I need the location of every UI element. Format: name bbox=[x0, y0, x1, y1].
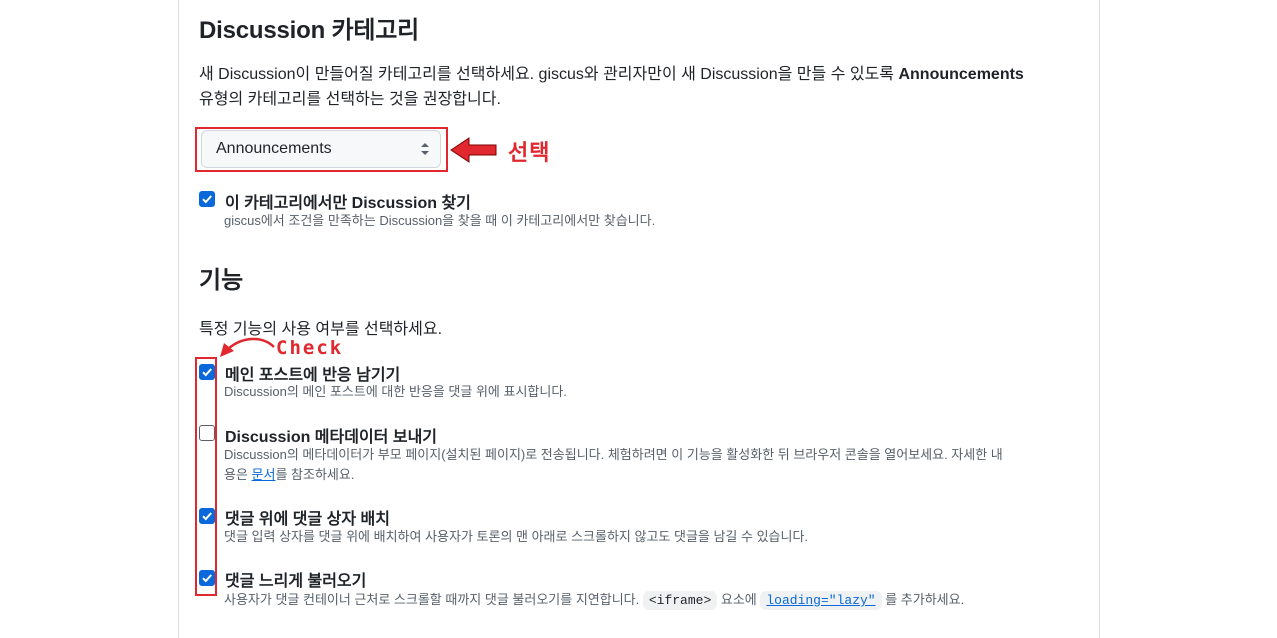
reactions-checkbox[interactable] bbox=[199, 364, 215, 380]
lazy-load-desc: 사용자가 댓글 컨테이너 근처로 스크롤할 때까지 댓글 불러오기를 지연합니다… bbox=[224, 591, 965, 610]
input-top-checkbox[interactable] bbox=[199, 508, 215, 524]
filter-category-checkbox[interactable] bbox=[199, 191, 215, 207]
curved-arrow-icon bbox=[220, 337, 275, 357]
category-select-value: Announcements bbox=[216, 140, 332, 157]
check-icon bbox=[202, 574, 212, 583]
metadata-desc: Discussion의 메타데이터가 부모 페이지(설치된 페이지)로 전송됩니… bbox=[224, 447, 1003, 482]
select-caret-icon bbox=[421, 143, 429, 155]
check-icon bbox=[202, 512, 212, 521]
input-top-title: 댓글 위에 댓글 상자 배치 bbox=[225, 511, 390, 528]
reactions-desc: Discussion의 메인 포스트에 대한 반응을 댓글 위에 표시합니다. bbox=[224, 384, 567, 399]
check-icon bbox=[202, 195, 212, 204]
content-panel: Discussion 카테고리 새 Discussion이 만들어질 카테고리를… bbox=[178, 0, 1100, 638]
docs-link[interactable]: 문서 bbox=[252, 467, 276, 482]
filter-category-desc: giscus에서 조건을 만족하는 Discussion을 찾을 때 이 카테고… bbox=[224, 213, 656, 228]
category-heading: Discussion 카테고리 bbox=[199, 17, 420, 44]
arrow-left-icon bbox=[450, 137, 497, 163]
metadata-checkbox[interactable] bbox=[199, 425, 215, 441]
features-heading: 기능 bbox=[199, 267, 244, 294]
filter-category-title: 이 카테고리에서만 Discussion 찾기 bbox=[225, 195, 471, 212]
category-description: 새 Discussion이 만들어질 카테고리를 선택하세요. giscus와 … bbox=[199, 66, 1024, 108]
check-annotation-label: Check bbox=[276, 337, 344, 359]
iframe-code: <iframe> bbox=[642, 591, 718, 610]
loading-lazy-code-link[interactable]: loading="lazy" bbox=[760, 591, 882, 610]
announcements-bold: Announcements bbox=[898, 66, 1024, 83]
select-annotation-label: 선택 bbox=[508, 141, 551, 166]
lazy-load-title: 댓글 느리게 불러오기 bbox=[225, 573, 367, 590]
check-icon bbox=[202, 368, 212, 377]
category-select[interactable]: Announcements bbox=[201, 130, 441, 168]
input-top-desc: 댓글 입력 상자를 댓글 위에 배치하여 사용자가 토론의 맨 아래로 스크롤하… bbox=[224, 529, 809, 544]
lazy-load-checkbox[interactable] bbox=[199, 570, 215, 586]
metadata-title: Discussion 메타데이터 보내기 bbox=[225, 429, 438, 446]
